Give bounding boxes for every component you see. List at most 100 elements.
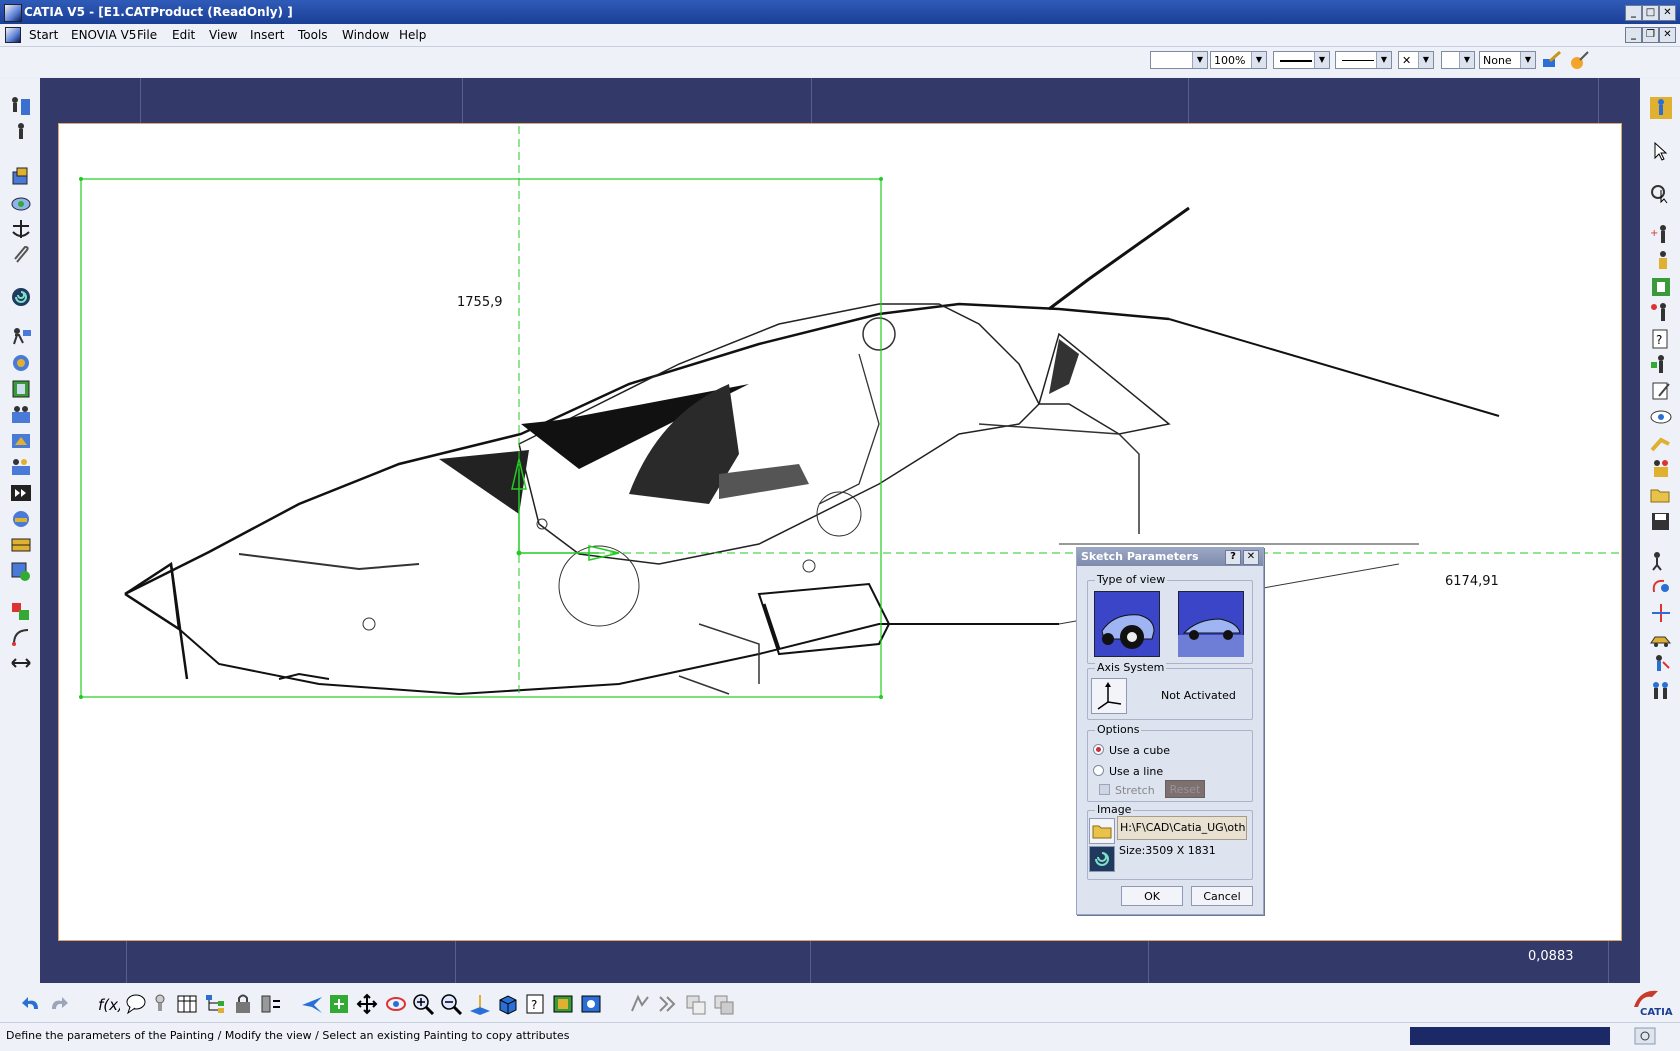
edit-note-icon[interactable]: [1649, 380, 1673, 402]
painting-swirl-icon[interactable]: [9, 286, 33, 308]
attach-icon[interactable]: [9, 244, 33, 266]
arm-icon[interactable]: [1649, 432, 1673, 454]
track-icon[interactable]: [9, 430, 33, 452]
minimize-button[interactable]: _: [1625, 5, 1642, 21]
workbench-icon[interactable]: [9, 96, 33, 118]
dialog-title-bar[interactable]: Sketch Parameters ? ✕: [1077, 548, 1263, 566]
tree-icon[interactable]: [204, 993, 228, 1015]
doc-restore-button[interactable]: ❐: [1642, 27, 1659, 43]
close-button[interactable]: ✕: [1659, 5, 1676, 21]
reach-icon[interactable]: [1649, 302, 1673, 324]
ergonomics-icon[interactable]: [1649, 654, 1673, 676]
catia-app-icon[interactable]: [4, 4, 22, 22]
dialog-help-button[interactable]: ?: [1225, 550, 1241, 565]
menu-tools[interactable]: Tools: [298, 27, 328, 43]
menu-help[interactable]: Help: [399, 27, 426, 43]
zoom-out-icon[interactable]: [440, 993, 464, 1015]
save-icon[interactable]: [1649, 510, 1673, 532]
image-swirl-icon[interactable]: [1089, 846, 1115, 872]
ok-button[interactable]: OK: [1121, 886, 1183, 906]
power-input-icon[interactable]: [1634, 1027, 1656, 1045]
menu-view[interactable]: View: [209, 27, 237, 43]
menu-start[interactable]: Start: [29, 27, 58, 43]
compass-icon[interactable]: [1649, 602, 1673, 624]
fit-all-icon[interactable]: [328, 993, 352, 1015]
menu-insert[interactable]: Insert: [250, 27, 284, 43]
vehicle-icon[interactable]: [1649, 628, 1673, 650]
eye-icon[interactable]: [1649, 406, 1673, 428]
distance-icon[interactable]: [9, 626, 33, 648]
compile-icon[interactable]: [9, 508, 33, 530]
render-style-combo[interactable]: ▼: [1441, 51, 1475, 69]
help-query-icon[interactable]: ?: [1649, 328, 1673, 350]
manikin-group-icon[interactable]: [1649, 680, 1673, 702]
vision-icon[interactable]: [1649, 276, 1673, 298]
use-cube-radio[interactable]: [1093, 744, 1104, 755]
shading-icon[interactable]: [552, 993, 576, 1015]
catalog-icon[interactable]: [9, 560, 33, 582]
posture-icon[interactable]: [1649, 250, 1673, 272]
layer-combo[interactable]: None ▼: [1479, 51, 1536, 69]
dialog-close-button[interactable]: ✕: [1243, 550, 1259, 565]
doc-close-button[interactable]: ✕: [1659, 27, 1676, 43]
properties-icon[interactable]: [1568, 49, 1592, 71]
rotate-view-icon[interactable]: [384, 993, 408, 1015]
menu-enovia[interactable]: ENOVIA V5: [71, 27, 136, 43]
menu-window[interactable]: Window: [342, 27, 389, 43]
simulation-icon[interactable]: [9, 456, 33, 478]
line-thickness-combo[interactable]: ▼: [1273, 51, 1330, 69]
zoom-in-icon[interactable]: [412, 993, 436, 1015]
maximize-button[interactable]: □: [1642, 5, 1659, 21]
rotate-icon[interactable]: [1649, 576, 1673, 598]
select-arrow-icon[interactable]: [1649, 140, 1673, 162]
comment-icon[interactable]: [124, 993, 148, 1015]
paste-multi-icon[interactable]: [712, 993, 736, 1015]
command-input[interactable]: [1410, 1027, 1610, 1045]
view-type-cube-button[interactable]: [1094, 591, 1160, 657]
document-icon[interactable]: [5, 27, 21, 43]
line-type-combo[interactable]: ▼: [1335, 51, 1392, 69]
iso-view-icon[interactable]: [496, 993, 520, 1015]
undo-icon[interactable]: [20, 993, 44, 1015]
sequence-icon[interactable]: [9, 534, 33, 556]
manikin-insert-icon[interactable]: +: [1649, 224, 1673, 246]
standard-pose-icon[interactable]: [1649, 354, 1673, 376]
stretch-checkbox[interactable]: [1099, 784, 1110, 795]
manikin-icon[interactable]: [9, 122, 33, 144]
anchor-icon[interactable]: [9, 218, 33, 240]
transparency-combo[interactable]: 100% ▼: [1210, 51, 1267, 69]
copy-multi-icon[interactable]: [684, 993, 708, 1015]
menu-edit[interactable]: Edit: [172, 27, 195, 43]
doc-minimize-button[interactable]: _: [1625, 27, 1642, 43]
double-chevron-icon[interactable]: [656, 993, 680, 1015]
table-icon[interactable]: [176, 993, 200, 1015]
part-icon[interactable]: [9, 192, 33, 214]
use-line-radio[interactable]: [1093, 765, 1104, 776]
menu-file[interactable]: File: [137, 27, 157, 43]
redo-icon[interactable]: [48, 993, 72, 1015]
fill-color-combo[interactable]: ▼: [1150, 51, 1208, 69]
formula-icon[interactable]: f(x): [96, 993, 120, 1015]
cancel-button[interactable]: Cancel: [1191, 886, 1253, 906]
globe-icon[interactable]: [9, 352, 33, 374]
point-type-combo[interactable]: ✕ ▼: [1398, 51, 1434, 69]
image-path-field[interactable]: H:\F\CAD\Catia_UG\other:: [1117, 816, 1247, 840]
swap-visible-icon[interactable]: [580, 993, 604, 1015]
fly-mode-icon[interactable]: [300, 993, 324, 1015]
hide-show-icon[interactable]: ?: [524, 993, 548, 1015]
scene-icon[interactable]: [9, 404, 33, 426]
axis-system-icon[interactable]: [1091, 678, 1127, 714]
measure-icon[interactable]: [9, 652, 33, 674]
compass-manikin-icon[interactable]: [1649, 96, 1673, 120]
product-icon[interactable]: [9, 166, 33, 188]
painting-image[interactable]: 1755,9 6174,91: [59, 124, 1621, 940]
reset-button[interactable]: Reset: [1165, 780, 1205, 798]
select-trap-icon[interactable]: [1649, 182, 1673, 204]
lock-icon[interactable]: [232, 993, 256, 1015]
anthropometry-icon[interactable]: [1649, 458, 1673, 480]
pan-icon[interactable]: [356, 993, 380, 1015]
normal-view-icon[interactable]: [468, 993, 492, 1015]
browse-folder-icon[interactable]: [1089, 818, 1115, 844]
player-icon[interactable]: [9, 482, 33, 504]
open-folder-icon[interactable]: [1649, 484, 1673, 506]
